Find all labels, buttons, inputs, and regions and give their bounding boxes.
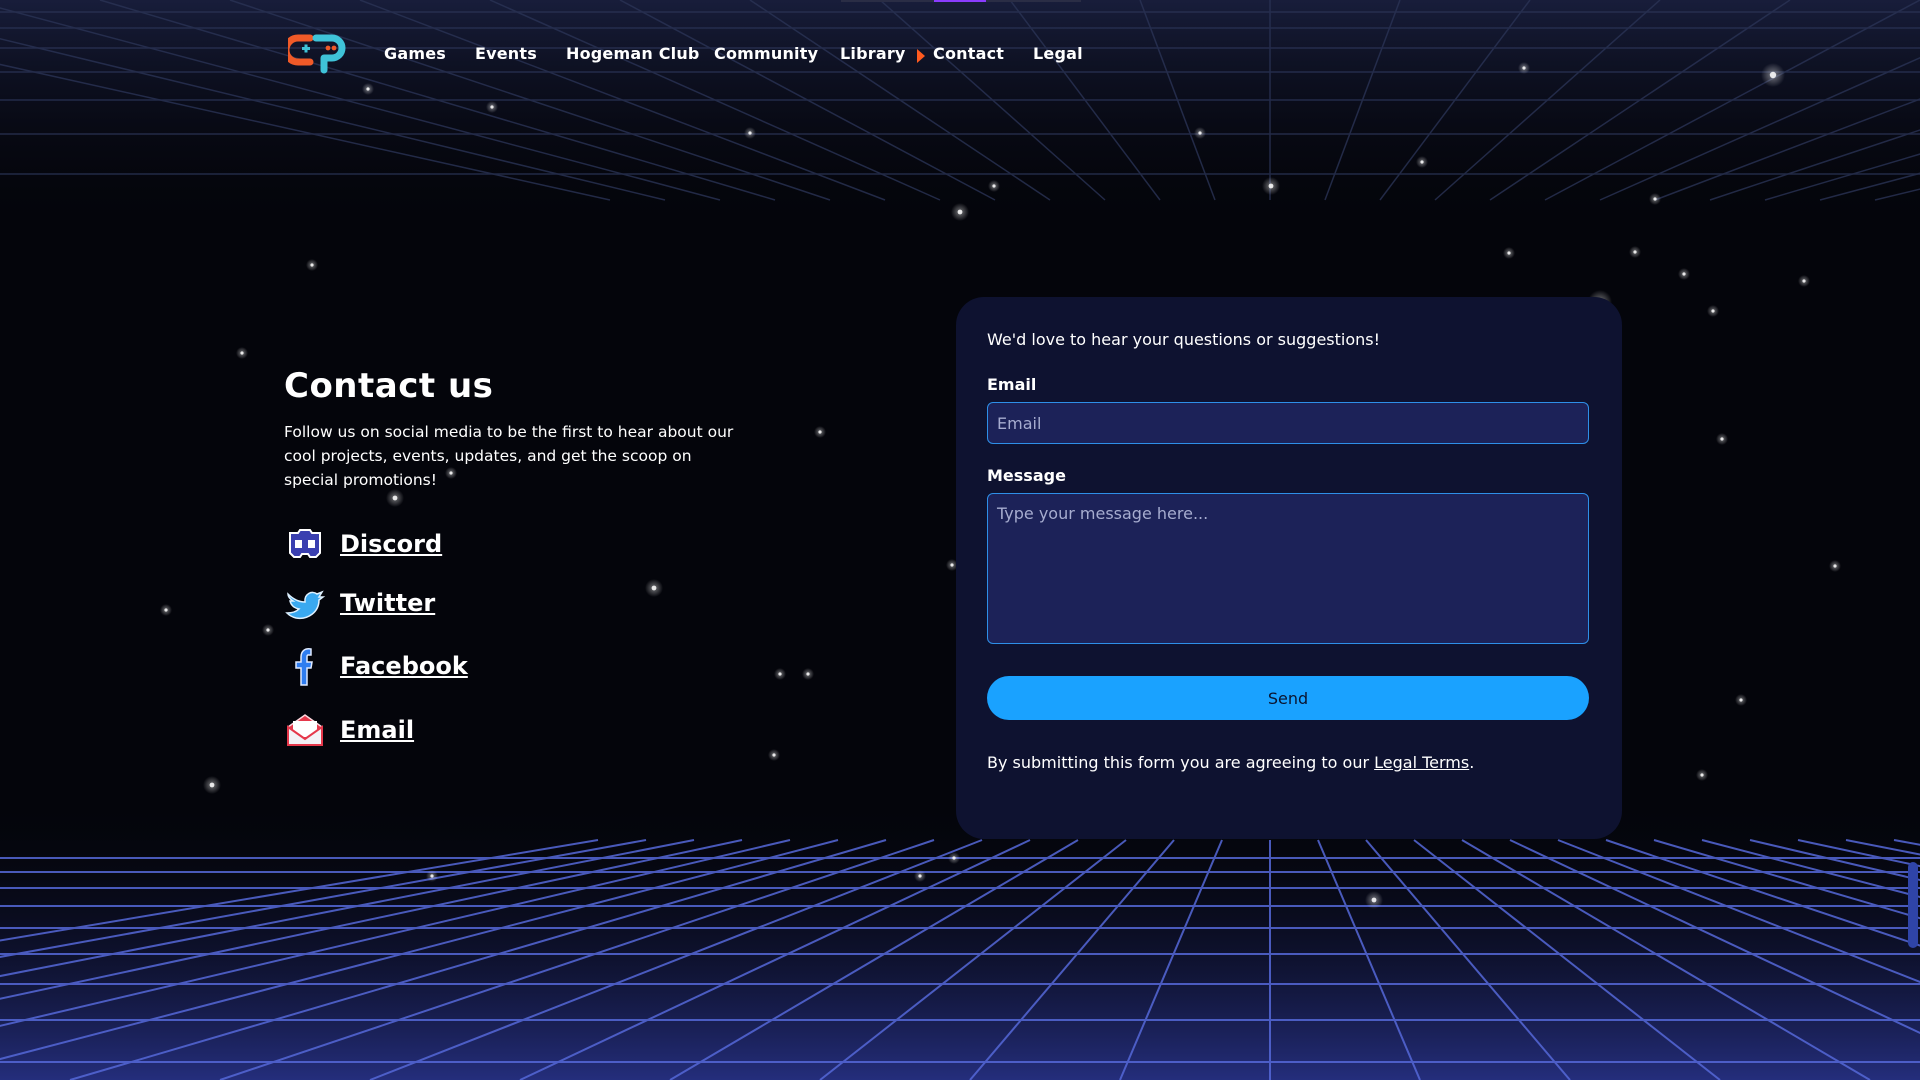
form-lead-text: We'd love to hear your questions or sugg… xyxy=(987,330,1381,349)
star xyxy=(1268,183,1274,189)
social-link-label: Email xyxy=(340,716,415,744)
nav-item-events[interactable]: Events xyxy=(475,44,537,63)
star xyxy=(1711,309,1715,313)
star xyxy=(778,672,782,676)
star xyxy=(1739,698,1743,702)
star xyxy=(818,430,822,434)
star xyxy=(806,672,810,676)
star xyxy=(430,874,434,878)
legal-note-prefix: By submitting this form you are agreeing… xyxy=(987,753,1375,772)
star xyxy=(1682,272,1686,276)
social-link-label: Facebook xyxy=(340,652,468,680)
star xyxy=(952,856,956,860)
send-button[interactable]: Send xyxy=(987,676,1589,720)
legal-note: By submitting this form you are agreeing… xyxy=(987,753,1474,772)
envelope-icon xyxy=(287,714,323,746)
star xyxy=(392,495,398,501)
star xyxy=(992,184,996,188)
nav-item-community[interactable]: Community xyxy=(714,44,818,63)
star xyxy=(1507,251,1511,255)
star xyxy=(1833,564,1837,568)
contact-form-card: We'd love to hear your questions or sugg… xyxy=(956,297,1622,839)
star xyxy=(209,782,215,788)
star xyxy=(1653,197,1657,201)
discord-icon xyxy=(289,529,321,558)
nav-item-contact[interactable]: Contact xyxy=(933,44,1004,63)
legal-terms-link[interactable]: Legal Terms xyxy=(1374,753,1469,772)
star xyxy=(1371,897,1377,903)
star xyxy=(748,131,752,135)
social-link-facebook[interactable]: Facebook xyxy=(284,645,468,687)
social-link-email[interactable]: Email xyxy=(284,709,414,751)
page-scrollbar-thumb[interactable] xyxy=(1908,862,1918,948)
email-field-label: Email xyxy=(987,375,1037,394)
message-field-label: Message xyxy=(987,466,1066,485)
star xyxy=(651,585,657,591)
star xyxy=(310,263,314,267)
social-link-twitter[interactable]: Twitter xyxy=(284,582,435,624)
active-nav-marker-icon xyxy=(917,49,925,63)
legal-note-suffix: . xyxy=(1469,753,1475,772)
email-field[interactable] xyxy=(987,402,1589,444)
brand-logo-icon[interactable] xyxy=(288,32,346,74)
star xyxy=(1700,773,1704,777)
star xyxy=(1720,437,1724,441)
star xyxy=(950,563,954,567)
star xyxy=(957,209,963,215)
social-link-discord[interactable]: Discord xyxy=(284,523,442,565)
page-title: Contact us xyxy=(284,366,494,406)
star xyxy=(1633,250,1637,254)
star xyxy=(772,753,776,757)
message-textarea[interactable] xyxy=(987,493,1589,644)
star xyxy=(1198,131,1202,135)
contact-info: Contact us Follow us on social media to … xyxy=(284,366,744,492)
twitter-icon xyxy=(285,590,326,620)
nav-item-library[interactable]: Library xyxy=(840,44,906,63)
social-link-label: Twitter xyxy=(340,589,436,617)
star xyxy=(1802,279,1806,283)
star xyxy=(164,608,168,612)
star xyxy=(1420,160,1424,164)
star xyxy=(240,351,244,355)
facebook-icon xyxy=(295,648,313,686)
nav-item-games[interactable]: Games xyxy=(384,44,446,63)
social-link-label: Discord xyxy=(340,530,443,558)
top-navigation: Games Events Hogeman Club Community Libr… xyxy=(0,0,1920,110)
nav-item-hogeman-club[interactable]: Hogeman Club xyxy=(566,44,700,63)
star xyxy=(918,874,922,878)
contact-intro: Follow us on social media to be the firs… xyxy=(284,423,734,489)
top-tab-accent xyxy=(934,0,986,2)
nav-item-legal[interactable]: Legal xyxy=(1033,44,1083,63)
star xyxy=(266,628,270,632)
